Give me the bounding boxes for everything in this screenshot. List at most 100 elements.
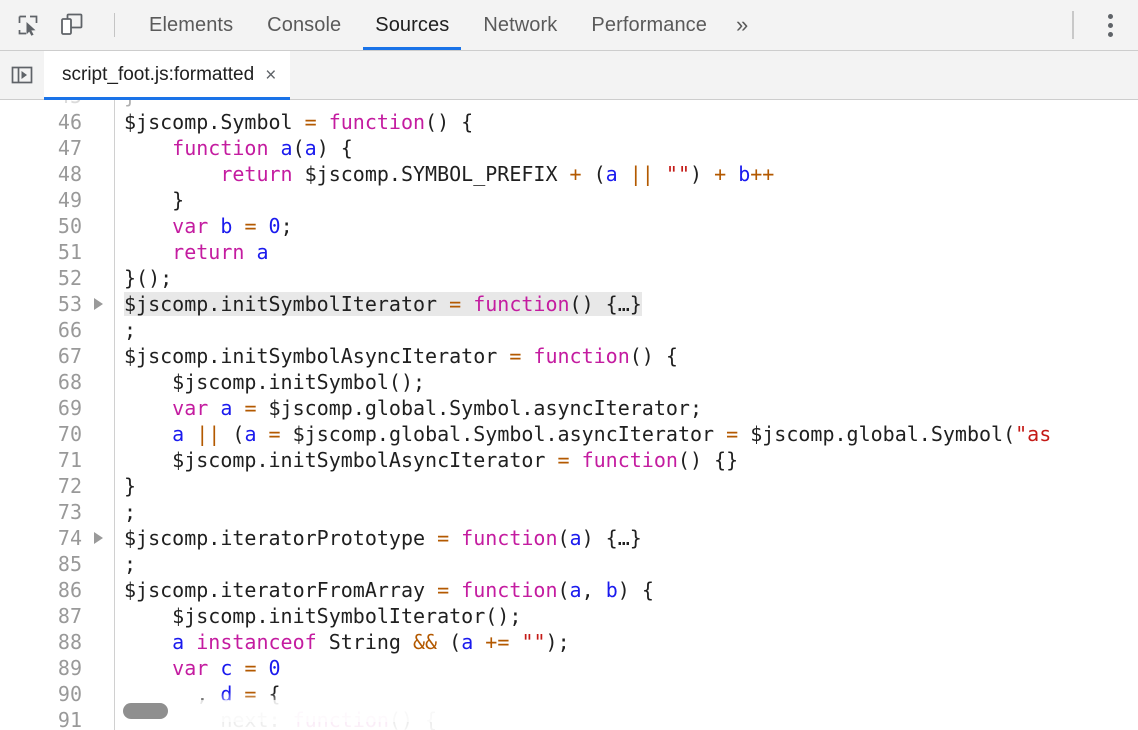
- line-number[interactable]: 91: [0, 708, 82, 730]
- code-token: =: [244, 214, 256, 238]
- code-line[interactable]: 49 }: [0, 187, 1138, 213]
- code-line[interactable]: 88 a instanceof String && (a += "");: [0, 629, 1138, 655]
- code-line[interactable]: 45}: [0, 100, 1138, 109]
- code-token: [184, 422, 196, 446]
- line-number[interactable]: 52: [0, 266, 82, 290]
- code-token: ;: [124, 318, 136, 342]
- horizontal-scrollbar[interactable]: [115, 700, 1138, 722]
- code-line[interactable]: 66;: [0, 317, 1138, 343]
- code-line[interactable]: 53 $jscomp.initSymbolIterator = function(…: [0, 291, 1138, 317]
- code-line[interactable]: 67 $jscomp.initSymbolAsyncIterator = func…: [0, 343, 1138, 369]
- line-number[interactable]: 89: [0, 656, 82, 680]
- line-number[interactable]: 87: [0, 604, 82, 628]
- code-token: a: [281, 136, 293, 160]
- line-number[interactable]: 48: [0, 162, 82, 186]
- line-number[interactable]: 66: [0, 318, 82, 342]
- line-number[interactable]: 88: [0, 630, 82, 654]
- tab-elements[interactable]: Elements: [132, 0, 250, 50]
- code-text[interactable]: $jscomp.iteratorPrototype = function(a) …: [114, 526, 642, 550]
- line-number[interactable]: 45: [0, 100, 82, 108]
- code-text[interactable]: $jscomp.initSymbolIterator = function() …: [114, 292, 642, 316]
- code-text[interactable]: ;: [114, 500, 136, 524]
- code-text[interactable]: $jscomp.initSymbolAsyncIterator = functi…: [114, 448, 738, 472]
- line-number[interactable]: 70: [0, 422, 82, 446]
- tab-network[interactable]: Network: [466, 0, 574, 50]
- code-token: ;: [124, 500, 136, 524]
- chevron-right-icon[interactable]: [94, 532, 103, 544]
- code-text[interactable]: }: [114, 474, 136, 498]
- code-line[interactable]: 51 return a: [0, 239, 1138, 265]
- close-icon[interactable]: ×: [265, 66, 276, 85]
- line-number[interactable]: 86: [0, 578, 82, 602]
- line-number[interactable]: 85: [0, 552, 82, 576]
- code-text[interactable]: $jscomp.Symbol = function() {: [114, 110, 473, 134]
- code-text[interactable]: return $jscomp.SYMBOL_PREFIX + (a || "")…: [114, 162, 774, 186]
- code-text[interactable]: $jscomp.iteratorFromArray = function(a, …: [114, 578, 654, 602]
- line-number[interactable]: 49: [0, 188, 82, 212]
- code-line[interactable]: 52 }();: [0, 265, 1138, 291]
- line-number[interactable]: 74: [0, 526, 82, 550]
- code-line[interactable]: 47 function a(a) {: [0, 135, 1138, 161]
- fold-triangle-icon[interactable]: [82, 298, 114, 310]
- code-token: [449, 526, 461, 550]
- fold-triangle-icon[interactable]: [82, 532, 114, 544]
- code-token: +: [570, 162, 582, 186]
- line-number[interactable]: 69: [0, 396, 82, 420]
- show-navigator-icon[interactable]: [0, 51, 44, 99]
- source-code-editor[interactable]: 45}46$jscomp.Symbol = function() {47 fun…: [0, 100, 1138, 730]
- tab-performance[interactable]: Performance: [574, 0, 724, 50]
- code-text[interactable]: function a(a) {: [114, 136, 353, 160]
- line-number[interactable]: 71: [0, 448, 82, 472]
- code-line[interactable]: 87 $jscomp.initSymbolIterator();: [0, 603, 1138, 629]
- line-number[interactable]: 67: [0, 344, 82, 368]
- code-text[interactable]: a instanceof String && (a += "");: [114, 630, 570, 654]
- code-line[interactable]: 69 var a = $jscomp.global.Symbol.asyncIt…: [0, 395, 1138, 421]
- chevron-right-icon[interactable]: [94, 298, 103, 310]
- code-text[interactable]: return a: [114, 240, 269, 264]
- line-number[interactable]: 51: [0, 240, 82, 264]
- code-text[interactable]: }: [114, 188, 184, 212]
- code-line[interactable]: 50 var b = 0;: [0, 213, 1138, 239]
- code-text[interactable]: }();: [114, 266, 172, 290]
- line-number[interactable]: 50: [0, 214, 82, 238]
- code-text[interactable]: a || (a = $jscomp.global.Symbol.asyncIte…: [114, 422, 1051, 446]
- tab-console[interactable]: Console: [250, 0, 358, 50]
- code-line[interactable]: 70 a || (a = $jscomp.global.Symbol.async…: [0, 421, 1138, 447]
- code-line[interactable]: 48 return $jscomp.SYMBOL_PREFIX + (a || …: [0, 161, 1138, 187]
- line-number[interactable]: 47: [0, 136, 82, 160]
- code-text[interactable]: $jscomp.initSymbolIterator();: [114, 604, 521, 628]
- code-line[interactable]: 68 $jscomp.initSymbol();: [0, 369, 1138, 395]
- line-number[interactable]: 72: [0, 474, 82, 498]
- code-text[interactable]: var b = 0;: [114, 214, 293, 238]
- code-line[interactable]: 89 var c = 0: [0, 655, 1138, 681]
- code-text[interactable]: ;: [114, 552, 136, 576]
- more-tabs-chevron-icon[interactable]: »: [724, 0, 760, 50]
- line-number[interactable]: 46: [0, 110, 82, 134]
- horizontal-scrollbar-thumb[interactable]: [123, 703, 168, 719]
- file-tab-script-foot[interactable]: script_foot.js:formatted ×: [44, 51, 290, 99]
- kebab-menu-icon[interactable]: [1096, 10, 1124, 40]
- code-line[interactable]: 86 $jscomp.iteratorFromArray = function(a…: [0, 577, 1138, 603]
- line-number[interactable]: 53: [0, 292, 82, 316]
- code-line[interactable]: 71 $jscomp.initSymbolAsyncIterator = fun…: [0, 447, 1138, 473]
- line-number[interactable]: 73: [0, 500, 82, 524]
- line-number[interactable]: 90: [0, 682, 82, 706]
- code-text[interactable]: var c = 0: [114, 656, 281, 680]
- code-line[interactable]: 74 $jscomp.iteratorPrototype = function(a…: [0, 525, 1138, 551]
- tab-sources[interactable]: Sources: [358, 0, 466, 50]
- inspect-element-icon[interactable]: [13, 10, 43, 40]
- code-text[interactable]: }: [114, 100, 136, 108]
- code-line[interactable]: 46 $jscomp.Symbol = function() {: [0, 109, 1138, 135]
- code-text[interactable]: $jscomp.initSymbolAsyncIterator = functi…: [114, 344, 678, 368]
- device-toolbar-icon[interactable]: [57, 10, 87, 40]
- code-text[interactable]: ;: [114, 318, 136, 342]
- code-line[interactable]: 73;: [0, 499, 1138, 525]
- code-token: =: [269, 422, 281, 446]
- code-line[interactable]: 85;: [0, 551, 1138, 577]
- code-text[interactable]: $jscomp.initSymbol();: [114, 370, 425, 394]
- code-token: "": [521, 630, 545, 654]
- code-text[interactable]: var a = $jscomp.global.Symbol.asyncItera…: [114, 396, 702, 420]
- code-token: var: [172, 396, 208, 420]
- code-line[interactable]: 72}: [0, 473, 1138, 499]
- line-number[interactable]: 68: [0, 370, 82, 394]
